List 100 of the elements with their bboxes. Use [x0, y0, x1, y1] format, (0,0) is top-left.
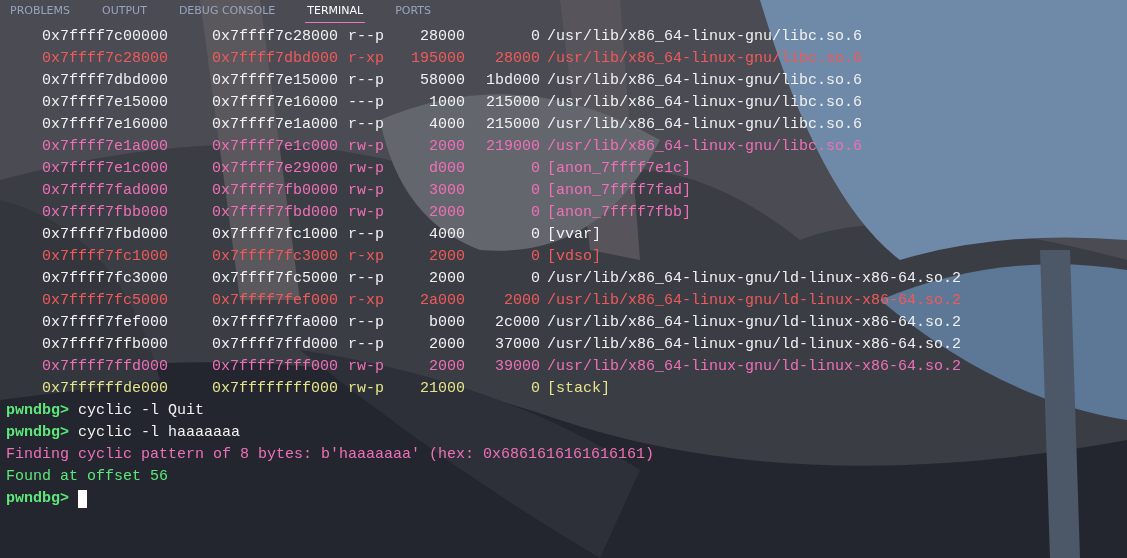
mapping-path: /usr/lib/x86_64-linux-gnu/libc.so.6 — [547, 93, 863, 113]
size: 2000 — [428, 269, 465, 289]
size: 28000 — [419, 27, 465, 47]
start-address: 0x7ffff7ffd000 — [42, 357, 170, 377]
start-address: 0x7ffff7fc3000 — [42, 269, 170, 289]
mapping-path: /usr/lib/x86_64-linux-gnu/libc.so.6 — [547, 115, 863, 135]
end-address: 0x7ffff7e29000 — [212, 159, 340, 179]
mapping-path: [anon_7ffff7fbb] — [547, 203, 692, 223]
size: 4000 — [428, 225, 465, 245]
permissions: rw-p — [348, 357, 385, 377]
permissions: rw-p — [348, 159, 385, 179]
offset: 0 — [530, 27, 540, 47]
permissions: r--p — [348, 269, 385, 289]
mapping-path: [stack] — [547, 379, 610, 399]
offset: 0 — [530, 181, 540, 201]
offset: 0 — [530, 159, 540, 179]
end-address: 0x7ffff7fc5000 — [212, 269, 340, 289]
permissions: r-xp — [348, 49, 385, 69]
start-address: 0x7ffff7fef000 — [42, 313, 170, 333]
end-address: 0x7ffff7fff000 — [212, 357, 340, 377]
size: 195000 — [410, 49, 465, 69]
offset: 2c000 — [494, 313, 540, 333]
mapping-path: /usr/lib/x86_64-linux-gnu/libc.so.6 — [547, 49, 863, 69]
mapping-path: /usr/lib/x86_64-linux-gnu/ld-linux-x86-64.so.2 — [547, 335, 962, 355]
permissions: r--p — [348, 313, 385, 333]
start-address: 0x7ffff7c28000 — [42, 49, 170, 69]
start-address: 0x7ffffffde000 — [42, 379, 170, 399]
size: b000 — [428, 313, 465, 333]
mapping-path: /usr/lib/x86_64-linux-gnu/ld-linux-x86-64.so.2 — [547, 313, 962, 333]
start-address: 0x7ffff7e1c000 — [42, 159, 170, 179]
end-address: 0x7ffff7fbd000 — [212, 203, 340, 223]
panel-tab[interactable]: OUTPUT — [100, 2, 149, 22]
end-address: 0x7ffff7dbd000 — [212, 49, 340, 69]
end-address: 0x7ffffffff000 — [212, 379, 340, 399]
end-address: 0x7ffff7ffd000 — [212, 335, 340, 355]
start-address: 0x7ffff7fbd000 — [42, 225, 170, 245]
offset: 0 — [530, 247, 540, 267]
end-address: 0x7ffff7ffa000 — [212, 313, 340, 333]
permissions: rw-p — [348, 203, 385, 223]
output-text: Finding cyclic pattern of 8 bytes: b'haaaaaaa' (hex: 0x6861616161616161) — [6, 445, 655, 465]
end-address: 0x7ffff7e15000 — [212, 71, 340, 91]
permissions: r--p — [348, 225, 385, 245]
end-address: 0x7ffff7e16000 — [212, 93, 340, 113]
permissions: ---p — [348, 93, 385, 113]
panel-tab[interactable]: PROBLEMS — [8, 2, 73, 22]
start-address: 0x7ffff7fbb000 — [42, 203, 170, 223]
offset: 219000 — [485, 137, 540, 157]
offset: 1bd000 — [485, 71, 540, 91]
start-address: 0x7ffff7e15000 — [42, 93, 170, 113]
start-address: 0x7ffff7fc5000 — [42, 291, 170, 311]
end-address: 0x7ffff7fef000 — [212, 291, 340, 311]
size: 2000 — [428, 247, 465, 267]
offset: 215000 — [485, 115, 540, 135]
size: 2000 — [428, 357, 465, 377]
permissions: r-xp — [348, 291, 385, 311]
size: 2a000 — [419, 291, 465, 311]
end-address: 0x7ffff7fb0000 — [212, 181, 340, 201]
prompt: pwndbg> — [6, 423, 69, 443]
size: d000 — [428, 159, 465, 179]
size: 21000 — [419, 379, 465, 399]
end-address: 0x7ffff7e1c000 — [212, 137, 340, 157]
start-address: 0x7ffff7fc1000 — [42, 247, 170, 267]
offset: 37000 — [494, 335, 540, 355]
offset: 2000 — [503, 291, 540, 311]
mapping-path: /usr/lib/x86_64-linux-gnu/ld-linux-x86-64.so.2 — [547, 357, 962, 377]
permissions: r--p — [348, 71, 385, 91]
size: 4000 — [428, 115, 465, 135]
mapping-path: [vvar] — [547, 225, 601, 245]
size: 2000 — [428, 335, 465, 355]
panel-tab[interactable]: PORTS — [393, 2, 433, 22]
text-cursor — [78, 490, 87, 508]
size: 2000 — [428, 137, 465, 157]
permissions: r-xp — [348, 247, 385, 267]
prompt: pwndbg> — [6, 401, 69, 421]
start-address: 0x7ffff7ffb000 — [42, 335, 170, 355]
end-address: 0x7ffff7e1a000 — [212, 115, 340, 135]
panel-tab[interactable]: TERMINAL — [305, 2, 366, 23]
panel-tab[interactable]: DEBUG CONSOLE — [176, 2, 278, 22]
offset: 0 — [530, 225, 540, 245]
start-address: 0x7ffff7fad000 — [42, 181, 170, 201]
size: 2000 — [428, 203, 465, 223]
mapping-path: [anon_7ffff7fad] — [547, 181, 692, 201]
command-text: cyclic -l Quit — [78, 401, 205, 421]
offset: 0 — [530, 269, 540, 289]
start-address: 0x7ffff7c00000 — [42, 27, 170, 47]
permissions: r--p — [348, 115, 385, 135]
mapping-path: /usr/lib/x86_64-linux-gnu/libc.so.6 — [547, 137, 863, 157]
prompt: pwndbg> — [6, 489, 69, 509]
mapping-path: /usr/lib/x86_64-linux-gnu/ld-linux-x86-64.so.2 — [547, 269, 962, 289]
command-text: cyclic -l haaaaaaa — [78, 423, 241, 443]
permissions: rw-p — [348, 137, 385, 157]
end-address: 0x7ffff7c28000 — [212, 27, 340, 47]
offset: 39000 — [494, 357, 540, 377]
offset: 28000 — [494, 49, 540, 69]
start-address: 0x7ffff7e1a000 — [42, 137, 170, 157]
offset: 0 — [530, 203, 540, 223]
end-address: 0x7ffff7fc3000 — [212, 247, 340, 267]
size: 3000 — [428, 181, 465, 201]
mapping-path: /usr/lib/x86_64-linux-gnu/ld-linux-x86-64.so.2 — [547, 291, 962, 311]
start-address: 0x7ffff7dbd000 — [42, 71, 170, 91]
